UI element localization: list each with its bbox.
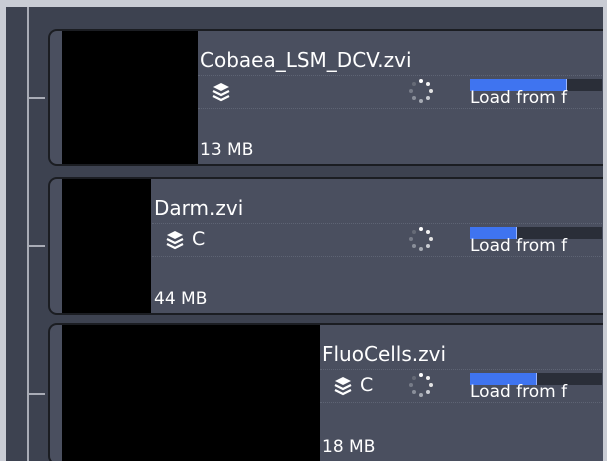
file-item-fluocells[interactable]: FluoCells.zvi C Load from f 18 MB	[48, 323, 603, 461]
tree-branch	[27, 393, 45, 395]
thumbnail	[62, 325, 320, 461]
layers-icon	[212, 83, 230, 102]
layers-icon	[166, 231, 184, 250]
load-status-label: Load from f	[470, 236, 568, 256]
file-name: Cobaea_LSM_DCV.zvi	[200, 48, 412, 72]
channel-label: C	[192, 228, 206, 250]
file-name: Darm.zvi	[154, 196, 244, 220]
channel-label: C	[360, 374, 374, 396]
thumbnail	[62, 31, 198, 164]
thumbnail	[62, 179, 151, 313]
file-meta-row: Load from f	[198, 75, 602, 109]
file-size: 44 MB	[154, 289, 208, 309]
file-meta-row: C Load from f	[320, 369, 602, 403]
file-size: 13 MB	[200, 140, 254, 160]
file-item-darm[interactable]: Darm.zvi C Load from f 44 MB	[48, 177, 603, 315]
loading-spinner-icon	[408, 79, 434, 105]
file-list-panel: Cobaea_LSM_DCV.zvi Load from f 13 MB Dar…	[6, 7, 603, 461]
loading-spinner-icon	[408, 227, 434, 253]
file-item-cobaea[interactable]: Cobaea_LSM_DCV.zvi Load from f 13 MB	[48, 29, 603, 166]
loading-spinner-icon	[408, 373, 434, 399]
load-status-label: Load from f	[470, 382, 568, 402]
tree-branch	[27, 245, 45, 247]
file-size: 18 MB	[322, 437, 376, 457]
layers-icon	[334, 377, 352, 396]
file-meta-row: C Load from f	[152, 223, 602, 257]
load-status-label: Load from f	[470, 88, 568, 108]
tree-branch	[27, 97, 45, 99]
file-name: FluoCells.zvi	[322, 342, 447, 366]
